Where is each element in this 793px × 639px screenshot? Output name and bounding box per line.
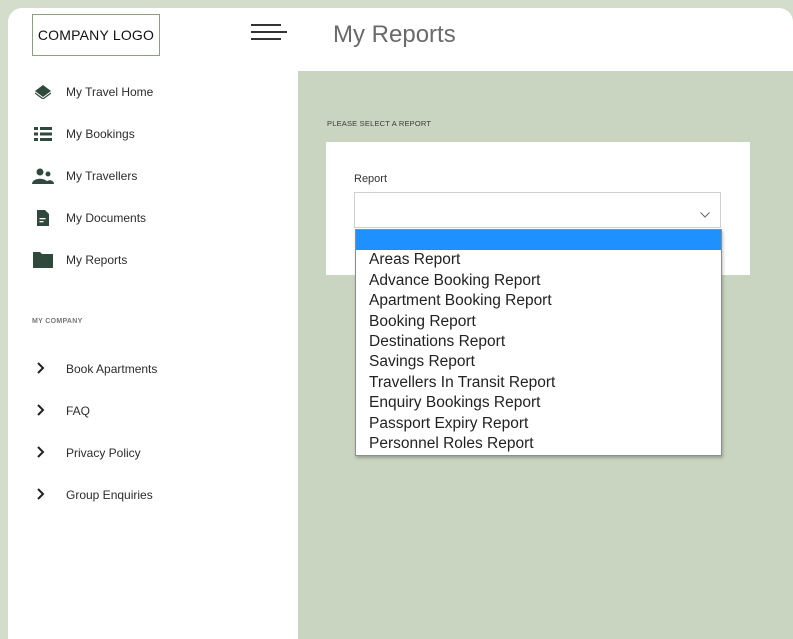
chevron-right-icon xyxy=(34,403,48,419)
dropdown-option[interactable]: Travellers In Transit Report xyxy=(356,373,721,393)
report-field-label: Report xyxy=(354,173,388,185)
app-frame: COMPANY LOGO My Travel Home My Bookings … xyxy=(8,8,793,639)
sidebar-item-label: My Bookings xyxy=(66,127,135,141)
sidebar-link-label: FAQ xyxy=(66,404,91,418)
dropdown-option[interactable]: Passport Expiry Report xyxy=(356,414,721,434)
top-bar: My Reports xyxy=(298,8,793,71)
menu-toggle-icon[interactable] xyxy=(251,22,291,42)
sidebar-item-documents[interactable]: My Documents xyxy=(32,207,282,229)
sidebar-item-bookings[interactable]: My Bookings xyxy=(32,123,282,145)
report-select[interactable] xyxy=(354,192,721,228)
sidebar-link-group-enquiries[interactable]: Group Enquiries xyxy=(34,484,284,506)
sidebar-link-label: Group Enquiries xyxy=(66,488,153,502)
chevron-right-icon xyxy=(34,361,48,377)
sidebar-item-reports[interactable]: My Reports xyxy=(32,249,282,271)
sidebar-item-label: My Travellers xyxy=(66,169,138,183)
sidebar-item-travel-home[interactable]: My Travel Home xyxy=(32,81,282,103)
people-icon xyxy=(32,167,54,185)
dropdown-option-blank[interactable] xyxy=(356,230,721,251)
sidebar-item-label: My Documents xyxy=(66,211,147,225)
sidebar-item-label: My Travel Home xyxy=(66,85,154,99)
company-logo[interactable]: COMPANY LOGO xyxy=(32,14,160,56)
sidebar-item-travellers[interactable]: My Travellers xyxy=(32,165,282,187)
dropdown-option[interactable]: Advance Booking Report xyxy=(356,271,721,291)
chevron-down-icon xyxy=(700,205,710,218)
report-dropdown-list: Areas Report Advance Booking Report Apar… xyxy=(355,229,722,456)
sidebar: COMPANY LOGO My Travel Home My Bookings … xyxy=(8,8,298,639)
document-icon xyxy=(32,209,54,227)
sidebar-link-faq[interactable]: FAQ xyxy=(34,400,284,422)
dropdown-option[interactable]: Personnel Roles Report xyxy=(356,434,721,454)
dropdown-option[interactable]: Savings Report xyxy=(356,352,721,372)
dropdown-option[interactable]: Destinations Report xyxy=(356,332,721,352)
select-prompt: PLEASE SELECT A REPORT xyxy=(327,119,432,128)
sidebar-link-privacy-policy[interactable]: Privacy Policy xyxy=(34,442,284,464)
sidebar-link-label: Book Apartments xyxy=(66,362,158,376)
folder-icon xyxy=(32,251,54,269)
dropdown-option[interactable]: Enquiry Bookings Report xyxy=(356,393,721,413)
list-icon xyxy=(32,125,54,143)
sidebar-link-book-apartments[interactable]: Book Apartments xyxy=(34,358,284,380)
sidebar-item-label: My Reports xyxy=(66,253,128,267)
dropdown-option[interactable]: Apartment Booking Report xyxy=(356,291,721,311)
section-label-my-company: MY COMPANY xyxy=(32,318,83,325)
dropdown-option[interactable]: Booking Report xyxy=(356,312,721,332)
sidebar-link-label: Privacy Policy xyxy=(66,446,141,460)
diamond-icon xyxy=(32,83,54,101)
page-title: My Reports xyxy=(333,21,456,48)
chevron-right-icon xyxy=(34,445,48,461)
dropdown-option[interactable]: Areas Report xyxy=(356,250,721,270)
chevron-right-icon xyxy=(34,487,48,503)
